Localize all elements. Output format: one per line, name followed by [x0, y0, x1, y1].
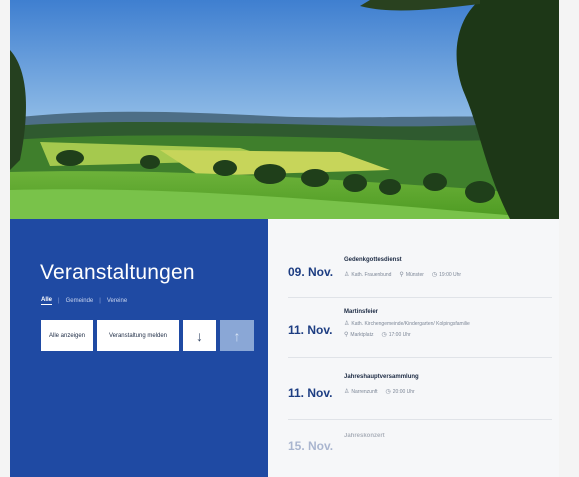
- arrow-down-icon: ↓: [196, 327, 203, 344]
- scroll-up-button[interactable]: ↑: [220, 320, 254, 351]
- event-meta: ⚲ Marktplatz ◷ 17:00 Uhr: [344, 331, 411, 338]
- event-date: 09. Nov.: [288, 265, 334, 279]
- location-name: Marktplatz: [350, 332, 374, 338]
- event-time: 20:00 Uhr: [392, 389, 415, 395]
- clock-icon: ◷: [381, 332, 387, 338]
- event-meta-organizer: ♙ Kath. Kirchengemeinde/Kindergarten/ Kol…: [344, 320, 470, 327]
- organizer-name: Narrenzunft: [351, 389, 378, 395]
- filter-tab-community[interactable]: Gemeinde: [66, 298, 94, 304]
- person-icon: ♙: [344, 272, 350, 278]
- person-icon: ♙: [344, 321, 350, 327]
- organizer-name: Kath. Frauenbund: [351, 272, 392, 278]
- filter-separator: |: [58, 298, 60, 304]
- events-list: 09. Nov. Gedenkgottesdienst ♙ Kath. Fraue…: [268, 219, 559, 477]
- hero-image: [10, 0, 559, 219]
- event-title: Gedenkgottesdienst: [344, 257, 402, 263]
- organizer: ♙ Kath. Frauenbund: [344, 271, 391, 278]
- location: ⚲ Münster: [399, 271, 423, 278]
- event-item[interactable]: 11. Nov. Martinsfeier ♙ Kath. Kirchengeme…: [288, 309, 552, 358]
- landscape-illustration: [10, 0, 559, 219]
- clock-icon: ◷: [385, 389, 391, 395]
- organizer: ♙ Kath. Kirchengemeinde/Kindergarten/ Kol…: [344, 320, 470, 327]
- event-time: 17:00 Uhr: [388, 332, 411, 338]
- clock-icon: ◷: [431, 272, 438, 278]
- time: ◷ 20:00 Uhr: [386, 388, 415, 395]
- filter-tabs: Alle | Gemeinde | Vereine: [41, 297, 127, 305]
- location-pin-icon: ⚲: [399, 272, 404, 278]
- scroll-down-button[interactable]: ↓: [183, 320, 216, 351]
- location-pin-icon: ⚲: [344, 332, 349, 338]
- time: ◷ 17:00 Uhr: [381, 331, 410, 338]
- event-title: Jahreshauptversammlung: [344, 374, 419, 380]
- location-name: Münster: [405, 272, 424, 278]
- action-buttons: Alle anzeigen Veranstaltung melden ↓ ↑: [41, 320, 254, 351]
- event-date: 11. Nov.: [288, 386, 333, 400]
- events-filter-panel: Veranstaltungen Alle | Gemeinde | Verein…: [10, 219, 268, 477]
- time: ◷ 19:00 Uhr: [432, 271, 461, 278]
- organizer: ♙ Narrenzunft: [344, 388, 378, 395]
- event-title: Martinsfeier: [344, 309, 379, 315]
- location: ⚲ Marktplatz: [344, 331, 373, 338]
- event-meta: ♙ Kath. Frauenbund ⚲ Münster ◷ 19:00 Uhr: [344, 271, 461, 278]
- event-time: 19:00 Uhr: [439, 272, 462, 278]
- filter-separator: |: [99, 298, 101, 304]
- show-all-button[interactable]: Alle anzeigen: [41, 320, 93, 351]
- event-item[interactable]: 11. Nov. Jahreshauptversammlung ♙ Narrenz…: [288, 374, 552, 420]
- person-icon: ♙: [344, 389, 350, 395]
- event-title: Jahreskonzert: [344, 433, 385, 439]
- section-title: Veranstaltungen: [40, 261, 195, 284]
- event-date: 11. Nov.: [288, 323, 333, 337]
- event-meta: ♙ Narrenzunft ◷ 20:00 Uhr: [344, 388, 415, 395]
- filter-tab-clubs[interactable]: Vereine: [107, 298, 127, 304]
- arrow-up-icon: ↑: [233, 327, 241, 344]
- event-item[interactable]: 09. Nov. Gedenkgottesdienst ♙ Kath. Fraue…: [288, 257, 552, 298]
- organizer-name: Kath. Kirchengemeinde/Kindergarten/ Kolp…: [351, 321, 470, 327]
- event-item[interactable]: 15. Nov. Jahreskonzert: [288, 433, 552, 473]
- report-event-button[interactable]: Veranstaltung melden: [97, 320, 179, 351]
- filter-tab-all[interactable]: Alle: [41, 297, 53, 305]
- event-date: 15. Nov.: [288, 439, 334, 453]
